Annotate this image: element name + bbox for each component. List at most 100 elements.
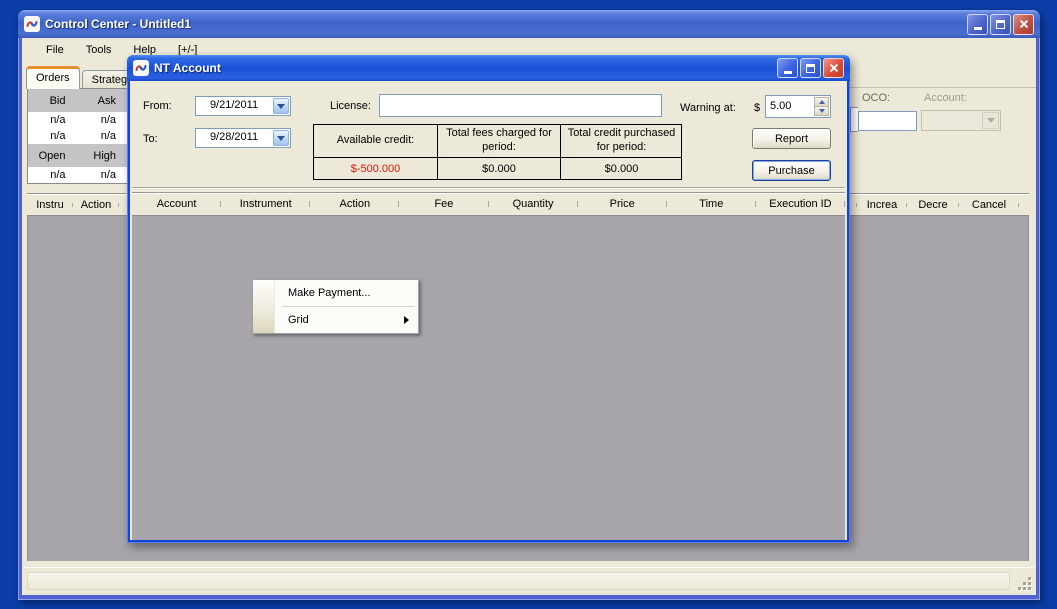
available-credit-header: Available credit: [314,125,437,157]
dialog-client-area: From: 9/21/2011 To: 9/28/2011 License: W… [130,81,847,540]
col-header-time[interactable]: Time [667,198,756,210]
col-header-action[interactable]: Action [73,199,119,211]
col-header-decrease[interactable]: Decre [907,199,959,211]
account-select[interactable] [921,110,1001,131]
dialog-title: NT Account [154,61,221,75]
high-header: High [79,150,130,162]
minimize-icon [974,27,982,30]
from-dropdown-button[interactable] [273,98,289,114]
window-title: Control Center - Untitled1 [45,17,191,31]
purchase-button[interactable]: Purchase [752,160,831,181]
total-credit-purchased-header: Total credit purchased for period: [560,125,682,157]
spin-up-button[interactable] [814,97,829,107]
context-menu: Make Payment... Grid [252,279,419,334]
maximize-icon [996,20,1005,29]
separator [132,187,845,189]
ask-value: n/a [79,130,130,142]
market-data-row: n/a n/a [28,112,129,128]
warning-amount-value: 5.00 [770,100,791,112]
dialog-minimize-button[interactable] [777,58,798,78]
license-input[interactable] [379,94,662,117]
chevron-down-icon [277,104,285,109]
nt-account-dialog: NT Account From: 9/21/2011 To: 9/28/2011… [127,55,850,543]
warning-at-label: Warning at: [680,102,736,114]
col-header-cancel[interactable]: Cancel [959,199,1019,211]
col-header-execution-id[interactable]: Execution ID [756,198,845,210]
credit-summary-table: Available credit: Total fees charged for… [313,124,682,180]
chevron-down-icon [277,136,285,141]
open-value: n/a [28,169,79,181]
oco-input[interactable] [858,111,917,131]
bid-value: n/a [28,130,79,142]
menu-item-grid[interactable]: Grid [276,309,417,331]
from-label: From: [143,100,172,112]
market-header-row: Bid Ask [28,89,129,112]
context-menu-separator [282,306,415,307]
title-bar[interactable]: Control Center - Untitled1 [18,10,1040,38]
col-header-account[interactable]: Account [132,198,221,210]
license-label: License: [330,100,371,112]
report-button[interactable]: Report [752,128,831,149]
close-button[interactable] [1013,14,1034,35]
to-dropdown-button[interactable] [273,130,289,146]
minimize-icon [784,71,792,74]
to-date-picker[interactable]: 9/28/2011 [195,128,291,148]
minimize-button[interactable] [967,14,988,35]
fees-grid-area: WWW.TRADING-SOFTWARE-COLLECTION.COM [132,215,845,540]
chevron-down-icon [987,118,995,123]
to-label: To: [143,133,158,145]
tab-orders[interactable]: Orders [26,66,80,89]
total-credit-purchased-value: $0.000 [560,157,682,179]
open-header: Open [28,150,79,162]
warning-amount-spinner[interactable]: 5.00 [765,95,831,118]
dialog-title-bar[interactable]: NT Account [127,55,850,81]
market-data-table: Bid Ask n/a n/a n/a n/a Open High n/a n/… [27,88,130,184]
col-header-price[interactable]: Price [578,198,667,210]
account-label: Account: [924,92,967,104]
market-data-row: n/a n/a [28,128,129,144]
dialog-close-button[interactable] [823,58,844,78]
resize-grip[interactable] [1018,577,1031,590]
total-fees-value: $0.000 [437,157,560,179]
maximize-icon [806,64,815,73]
chevron-up-icon [819,100,825,104]
col-header-instrument[interactable]: Instrument [221,198,310,210]
menu-item-make-payment[interactable]: Make Payment... [276,282,417,304]
close-icon [828,62,840,74]
market-header-row: Open High [28,144,129,167]
bid-header: Bid [28,95,79,107]
ninjatrader-logo-icon [133,60,149,76]
col-header-quantity[interactable]: Quantity [489,198,578,210]
status-text [27,572,1010,590]
market-data-row: n/a n/a [28,167,129,183]
account-dropdown-button[interactable] [982,112,999,129]
make-payment-label: Make Payment... [288,287,371,299]
high-value: n/a [79,169,130,181]
col-header-increase[interactable]: Increa [857,199,907,211]
from-date-value: 9/21/2011 [196,99,272,111]
from-date-picker[interactable]: 9/21/2011 [195,96,291,116]
menu-tools[interactable]: Tools [75,40,123,60]
chevron-down-icon [819,109,825,113]
submenu-arrow-icon [404,316,409,324]
ask-header: Ask [79,95,130,107]
order-entry-panel: OCO: Account: [850,87,1036,187]
maximize-button[interactable] [990,14,1011,35]
col-header-fee[interactable]: Fee [399,198,488,210]
oco-label: OCO: [862,92,890,104]
close-icon [1018,18,1030,30]
ninjatrader-logo-icon [24,16,40,32]
col-header-instrument[interactable]: Instru [27,199,73,211]
ask-value: n/a [79,114,130,126]
context-menu-gutter [253,280,275,333]
fees-grid-header: Account Instrument Action Fee Quantity P… [132,192,845,215]
currency-symbol: $ [754,102,760,114]
bid-value: n/a [28,114,79,126]
spin-down-button[interactable] [814,107,829,116]
total-fees-header: Total fees charged for period: [437,125,560,157]
col-header-action[interactable]: Action [310,198,399,210]
dialog-maximize-button[interactable] [800,58,821,78]
to-date-value: 9/28/2011 [196,131,272,143]
menu-file[interactable]: File [35,40,75,60]
grid-label: Grid [288,314,309,326]
